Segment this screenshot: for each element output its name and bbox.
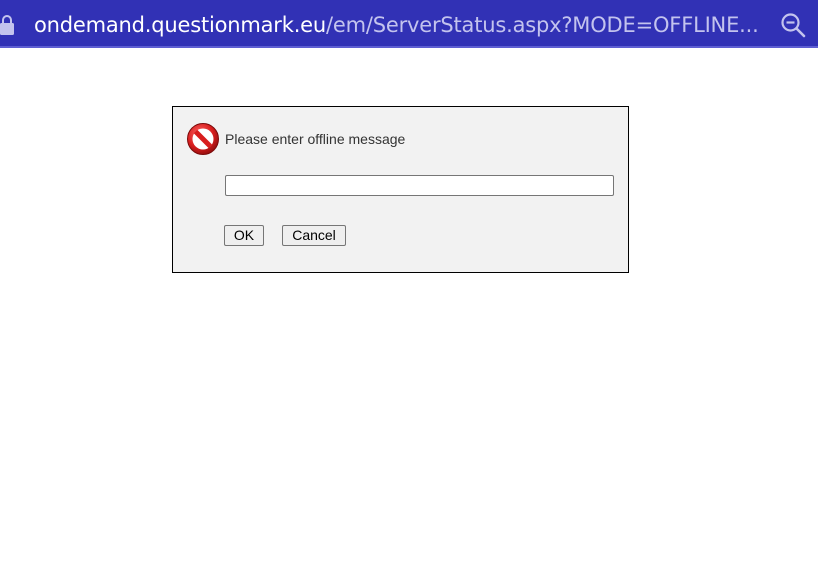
- zoom-out-icon[interactable]: [780, 12, 806, 38]
- browser-address-bar[interactable]: ondemand.questionmark.eu/em/ServerStatus…: [0, 0, 818, 48]
- offline-message-dialog: Please enter offline message OK Cancel: [172, 106, 629, 273]
- cancel-button[interactable]: Cancel: [282, 225, 346, 246]
- offline-message-input[interactable]: [225, 175, 614, 196]
- url-text[interactable]: ondemand.questionmark.eu/em/ServerStatus…: [34, 10, 764, 40]
- lock-icon: [0, 15, 14, 35]
- stop-icon: [187, 123, 219, 155]
- url-path: /em/ServerStatus.aspx?MODE=OFFLINE...: [326, 13, 759, 37]
- ok-button[interactable]: OK: [224, 225, 264, 246]
- url-host: ondemand.questionmark.eu: [34, 13, 326, 37]
- dialog-prompt: Please enter offline message: [225, 131, 406, 147]
